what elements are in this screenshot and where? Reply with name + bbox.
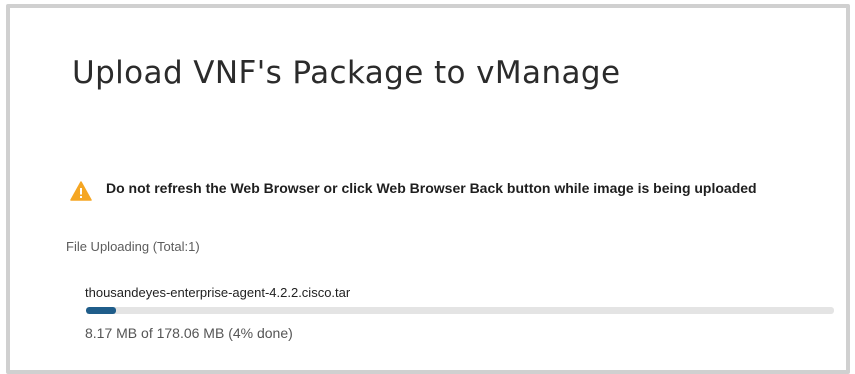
upload-dialog: Upload VNF's Package to vManage Do not r… xyxy=(6,4,850,374)
file-name: thousandeyes-enterprise-agent-4.2.2.cisc… xyxy=(85,285,351,300)
upload-progress-fill xyxy=(86,307,116,314)
warning-message: Do not refresh the Web Browser or click … xyxy=(106,180,757,196)
upload-progress-text: 8.17 MB of 178.06 MB (4% done) xyxy=(85,325,293,341)
dialog-title: Upload VNF's Package to vManage xyxy=(72,55,621,91)
upload-status-label: File Uploading (Total:1) xyxy=(66,239,200,254)
warning-icon xyxy=(70,181,92,201)
upload-progress-bar xyxy=(86,307,834,314)
